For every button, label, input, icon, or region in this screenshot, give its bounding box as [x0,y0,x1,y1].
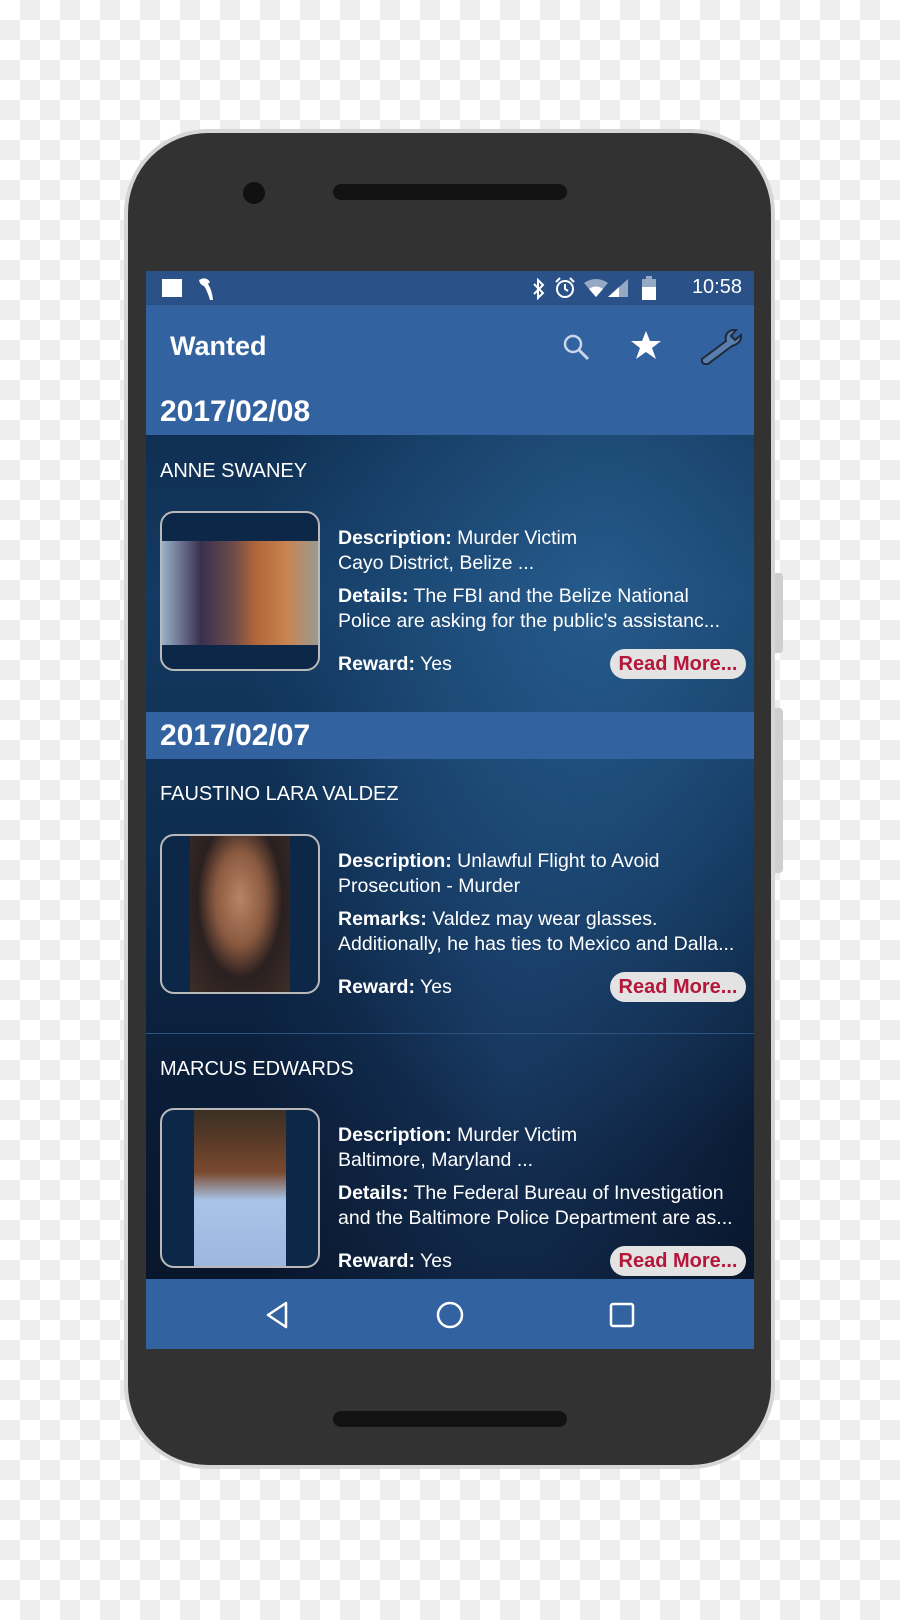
photo-content [162,541,318,645]
parrot-icon [199,278,213,300]
date-header: 2017/02/07 [146,712,754,759]
wrench-icon[interactable] [698,327,744,365]
reward-value: Yes [414,1250,452,1272]
description-label: Description: [338,527,452,549]
details-text: and the Baltimore Police Department are … [338,1207,733,1229]
reward-label: Reward: [338,653,415,675]
page-title: Wanted [170,331,267,361]
person-name[interactable]: FAUSTINO LARA VALDEZ [160,783,399,806]
app-bar: Wanted [146,305,754,388]
reward-label: Reward: [338,976,415,998]
status-time: 10:58 [691,276,742,298]
reward: Reward: Yes [338,976,452,999]
description-label: Description: [338,1124,452,1146]
read-more-button[interactable]: Read More... [610,1246,746,1276]
power-button [775,708,783,873]
screen: 10:58 Wanted 2017/02/08 ANNE SWANEY Desc… [146,271,754,1349]
location-text: Baltimore, Maryland ... [338,1149,534,1171]
battery-icon [642,276,656,300]
date-header: 2017/02/08 [146,388,754,435]
details-text: Police are asking for the public's assis… [338,610,720,632]
divider [146,1033,754,1034]
location-text: Prosecution - Murder [338,875,521,897]
signal-icon [608,279,628,297]
person-photo[interactable] [160,511,320,671]
location-text: Cayo District, Belize ... [338,552,535,574]
person-photo[interactable] [160,1108,320,1268]
remarks-text: Additionally, he has ties to Mexico and … [338,933,735,955]
reward: Reward: Yes [338,1250,452,1273]
volume-button [775,573,783,653]
details-value: The Federal Bureau of Investigation [408,1182,724,1204]
photo-content [194,1110,286,1266]
details-label: Details: [338,1182,409,1204]
details-label: Details: [338,585,409,607]
description-value: Murder Victim [451,527,578,549]
wifi-icon [584,279,608,297]
entry-info: Description: Unlawful Flight to Avoid Pr… [338,849,748,957]
front-camera [243,182,265,204]
person-name[interactable]: ANNE SWANEY [160,460,307,483]
home-icon[interactable] [435,1300,465,1330]
entry-info: Description: Murder Victim Cayo District… [338,526,748,634]
navigation-bar [146,1279,754,1349]
read-more-button[interactable]: Read More... [610,649,746,679]
back-icon[interactable] [264,1300,290,1330]
earpiece-speaker [333,184,567,200]
date-label: 2017/02/08 [160,395,311,428]
entry-info: Description: Murder Victim Baltimore, Ma… [338,1123,748,1231]
photo-content [190,836,290,992]
remarks-value: Valdez may wear glasses. [426,908,658,930]
reward: Reward: Yes [338,653,452,676]
alarm-icon [555,277,575,298]
star-icon[interactable] [630,329,662,361]
search-icon[interactable] [562,333,592,363]
description-label: Description: [338,850,452,872]
reward-label: Reward: [338,1250,415,1272]
description-value: Murder Victim [451,1124,578,1146]
person-name[interactable]: MARCUS EDWARDS [160,1058,354,1081]
recents-icon[interactable] [608,1301,636,1329]
date-label: 2017/02/07 [160,719,311,752]
bluetooth-icon [533,278,545,300]
person-photo[interactable] [160,834,320,994]
bottom-speaker [333,1411,567,1427]
reward-value: Yes [414,653,452,675]
description-value: Unlawful Flight to Avoid [451,850,660,872]
reward-value: Yes [414,976,452,998]
read-more-button[interactable]: Read More... [610,972,746,1002]
sonos-icon [162,279,182,297]
status-bar: 10:58 [146,271,754,305]
remarks-label: Remarks: [338,908,427,930]
details-value: The FBI and the Belize National [408,585,689,607]
